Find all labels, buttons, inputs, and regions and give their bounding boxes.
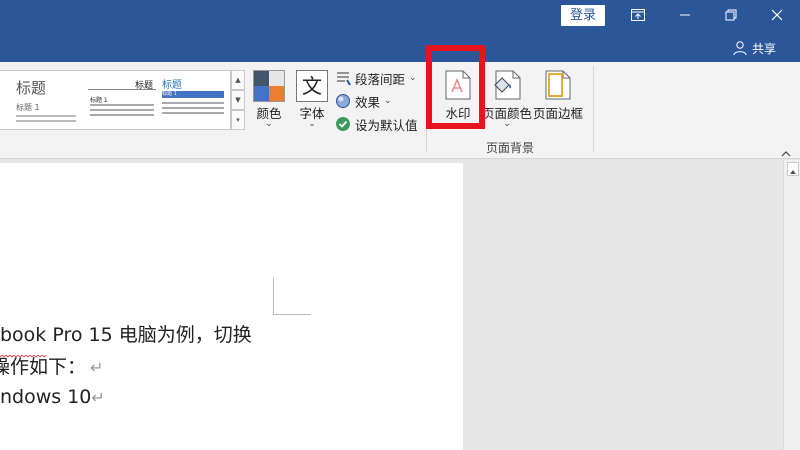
style-preview-3[interactable]: 标题 标题 1 — [160, 71, 228, 129]
check-circle-icon — [336, 117, 350, 131]
gallery-scroll-up-button[interactable]: ▲ — [231, 70, 245, 90]
paragraph-mark: ↵ — [90, 358, 104, 377]
margin-corner-mark — [273, 314, 311, 315]
page-background-group-label: 页面背景 — [486, 141, 535, 155]
chevron-down-icon: ⌄ — [503, 119, 511, 129]
page-borders-icon — [545, 70, 571, 100]
preview-text-line — [90, 104, 154, 106]
color-palette-icon — [253, 70, 285, 102]
ribbon-display-icon — [631, 9, 645, 21]
style-preview-1[interactable]: 标题 标题 1 — [0, 71, 80, 129]
person-icon — [733, 41, 747, 56]
triangle-up-icon — [790, 170, 796, 174]
highlight-annotation-box — [426, 45, 485, 129]
effects-button[interactable]: 效果 ⌄ — [335, 91, 392, 111]
spelling-error-underline — [0, 343, 47, 358]
restore-button[interactable] — [708, 0, 754, 30]
preview-title: 标题 — [162, 80, 182, 91]
page-color-button[interactable]: 页面颜色 ⌄ — [482, 68, 532, 132]
scroll-up-button[interactable] — [787, 162, 799, 176]
effects-icon — [336, 94, 350, 108]
preview-text-line — [162, 112, 224, 114]
colors-button[interactable]: 颜色 ⌄ — [250, 68, 288, 132]
fonts-button[interactable]: 文 字体 ⌄ — [293, 68, 331, 132]
preview-text-line — [16, 115, 76, 117]
document-line: ndows 10↵ — [0, 386, 105, 408]
group-separator — [593, 66, 594, 152]
paragraph-spacing-icon — [337, 72, 351, 86]
close-button[interactable] — [754, 0, 800, 30]
chevron-up-icon — [781, 151, 791, 157]
preview-text-line — [162, 102, 224, 104]
preview-heading: 标题 1 — [16, 103, 40, 112]
document-line-text: ndows 10 — [0, 386, 92, 408]
share-button[interactable]: 共享 — [732, 38, 776, 58]
chevron-down-icon: ⌄ — [265, 119, 273, 129]
preview-heading: 标题 1 — [162, 91, 224, 98]
page-color-icon — [494, 70, 521, 100]
gallery-more-button[interactable]: ▾ — [231, 110, 245, 130]
preview-text-line — [90, 109, 154, 111]
chevron-down-icon: ⌄ — [308, 119, 316, 129]
style-preview-2[interactable]: 标题 标题 1 — [88, 71, 158, 129]
set-as-default-button[interactable]: 设为默认值 — [335, 114, 418, 134]
paragraph-spacing-button[interactable]: 段落间距 ⌄ — [335, 68, 417, 88]
paragraph-spacing-label: 段落间距 — [355, 71, 406, 87]
set-as-default-label: 设为默认值 — [355, 117, 418, 133]
style-set-gallery[interactable]: 标题 标题 1 标题 标题 1 标题 标题 1 — [0, 70, 231, 130]
document-line-text: 操作如下： — [0, 356, 87, 378]
chevron-down-icon: ⌄ — [409, 73, 417, 83]
minimize-icon — [680, 14, 690, 16]
document-line: 操作如下： ↵ — [0, 352, 103, 379]
chevron-down-icon: ⌄ — [384, 96, 392, 106]
margin-corner-mark — [273, 278, 274, 314]
minimize-button[interactable] — [662, 0, 708, 30]
login-button[interactable]: 登录 — [561, 5, 605, 26]
preview-text-line — [16, 120, 76, 122]
share-label: 共享 — [752, 41, 777, 56]
preview-heading: 标题 1 — [90, 97, 108, 104]
page-borders-label: 页面边框 — [533, 106, 584, 121]
effects-label: 效果 — [355, 94, 381, 110]
gallery-scroll-down-button[interactable]: ▼ — [231, 90, 245, 110]
restore-icon — [725, 9, 737, 21]
preview-text-line — [162, 107, 224, 109]
preview-title: 标题 — [16, 79, 47, 97]
vertical-scrollbar[interactable] — [783, 160, 800, 450]
paragraph-mark: ↵ — [91, 388, 105, 407]
preview-text-line — [90, 114, 154, 116]
page-borders-button[interactable]: 页面边框 — [533, 68, 583, 132]
font-icon: 文 — [296, 70, 328, 102]
collapse-ribbon-button[interactable] — [779, 145, 793, 157]
preview-rule — [88, 89, 156, 90]
ribbon-display-options-button[interactable] — [615, 0, 661, 30]
close-icon — [771, 9, 783, 21]
